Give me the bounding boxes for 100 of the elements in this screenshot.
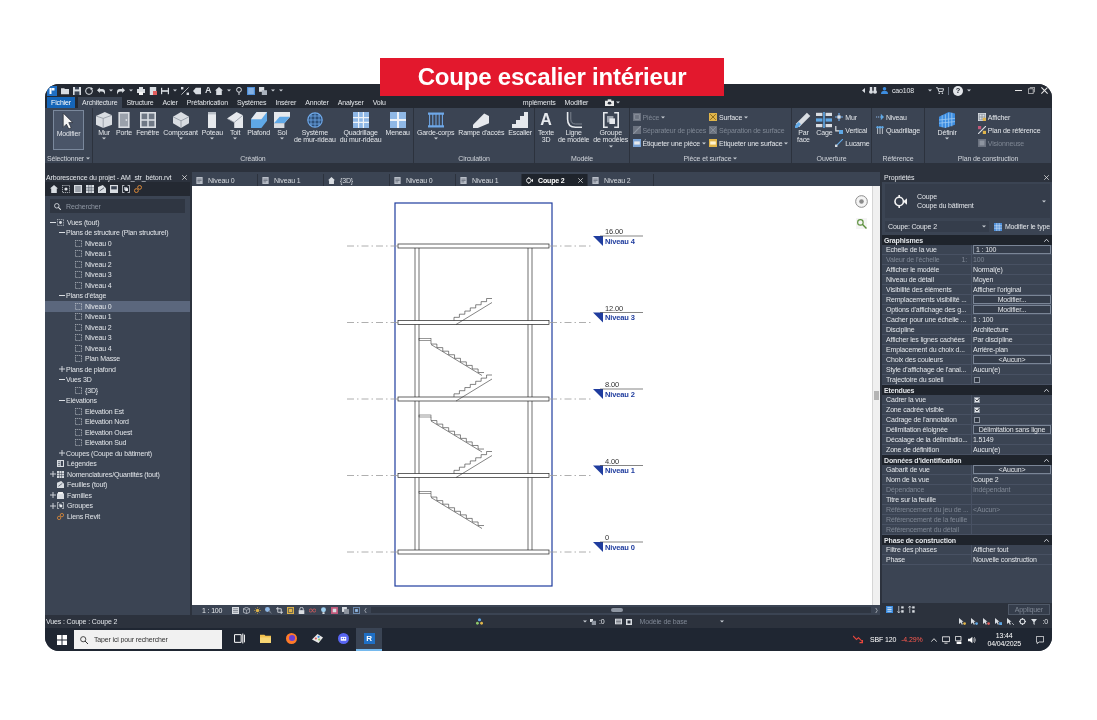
filter-icon[interactable] <box>1031 618 1038 625</box>
scrollbar[interactable] <box>371 607 871 613</box>
scroll-right-icon[interactable] <box>875 607 878 613</box>
scroll-left-icon[interactable] <box>364 607 368 613</box>
camera-icon[interactable] <box>605 99 615 106</box>
level-head-icon[interactable] <box>593 388 644 399</box>
computer-icon[interactable] <box>955 635 964 644</box>
caret-icon[interactable] <box>616 101 621 104</box>
caret-icon[interactable] <box>928 89 932 92</box>
stacked-squares-icon[interactable] <box>590 618 596 625</box>
sheet-icon[interactable] <box>98 185 106 193</box>
table-icon[interactable] <box>86 185 94 193</box>
stock-chart-icon[interactable] <box>852 635 863 644</box>
sort-descending-icon[interactable] <box>908 605 915 613</box>
zoom-icon[interactable] <box>856 218 867 229</box>
save-icon[interactable] <box>73 86 81 95</box>
display-icon[interactable] <box>942 635 951 644</box>
cube-icon[interactable] <box>243 606 251 614</box>
binoculars-icon[interactable] <box>868 87 877 94</box>
close-icon[interactable] <box>1041 87 1048 94</box>
pin-icon[interactable] <box>235 86 244 95</box>
square-frame-icon <box>632 113 641 121</box>
caret-icon[interactable] <box>227 89 232 92</box>
steering-wheel-icon[interactable] <box>855 195 868 208</box>
network-icon[interactable] <box>476 618 483 625</box>
select-pinned-icon[interactable] <box>983 618 991 625</box>
caret-icon[interactable] <box>109 89 113 92</box>
folder-icon[interactable] <box>61 86 69 95</box>
link-icon[interactable] <box>134 185 142 193</box>
caret-icon[interactable] <box>129 89 133 92</box>
square-icon[interactable] <box>625 618 632 625</box>
house-icon[interactable] <box>215 86 224 95</box>
app-logo-icon[interactable] <box>47 85 57 96</box>
thin-lines-icon[interactable] <box>247 86 256 95</box>
panel-icon[interactable] <box>110 185 118 193</box>
caret-icon[interactable] <box>967 89 971 92</box>
sort-ascending-icon[interactable] <box>897 605 904 613</box>
level-head-icon[interactable] <box>593 465 644 476</box>
crop-icon[interactable] <box>276 606 284 614</box>
sync-icon[interactable] <box>85 86 93 95</box>
checkbox[interactable] <box>974 396 980 403</box>
house-icon[interactable] <box>50 185 58 193</box>
speaker-icon[interactable] <box>968 635 977 644</box>
undo-icon[interactable] <box>97 86 105 95</box>
dimension-icon[interactable] <box>161 86 169 95</box>
chevron-up-icon[interactable] <box>931 637 938 642</box>
windows-stack-icon[interactable] <box>259 86 268 95</box>
checkbox[interactable] <box>974 406 980 413</box>
crop-region-icon[interactable] <box>287 606 295 614</box>
level-head-icon[interactable] <box>593 312 644 323</box>
expand-icon[interactable] <box>49 471 56 478</box>
printer-icon[interactable] <box>137 86 145 95</box>
scrollbar-thumb[interactable] <box>874 391 879 400</box>
caret-icon[interactable] <box>583 620 587 623</box>
tag-icon[interactable] <box>193 86 201 95</box>
scrollbar[interactable] <box>872 186 880 605</box>
caret-icon[interactable] <box>173 89 177 92</box>
expand-icon[interactable] <box>58 450 65 457</box>
select-face-icon[interactable] <box>995 618 1003 625</box>
windows-logo-icon[interactable] <box>57 634 67 645</box>
lock-icon[interactable] <box>298 606 306 614</box>
dashed-frame-icon[interactable] <box>62 185 70 193</box>
level-head-icon[interactable] <box>593 541 644 552</box>
text-tool-button[interactable]: A <box>205 86 212 95</box>
select-underlay-icon[interactable] <box>971 618 979 625</box>
restore-icon[interactable] <box>1028 87 1035 94</box>
settings-icon[interactable] <box>1019 618 1027 625</box>
framed-square-icon[interactable] <box>331 606 339 614</box>
expand-icon[interactable] <box>58 366 65 373</box>
checkbox[interactable] <box>974 376 980 383</box>
frame-icon[interactable] <box>353 606 361 614</box>
caret-left-icon[interactable] <box>861 88 865 93</box>
expand-icon[interactable] <box>49 502 56 509</box>
shadow-icon[interactable] <box>265 606 273 614</box>
caret-icon[interactable] <box>719 620 724 623</box>
document-icon[interactable] <box>149 86 157 95</box>
close-icon[interactable] <box>182 174 187 180</box>
cart-icon[interactable] <box>936 87 944 94</box>
diagonal-line-icon <box>977 126 986 134</box>
group-icon[interactable] <box>122 185 130 193</box>
list-icon[interactable] <box>614 618 622 625</box>
redo-icon[interactable] <box>117 86 125 95</box>
layers-icon[interactable] <box>342 606 350 614</box>
plan-view-icon <box>262 176 269 184</box>
close-icon[interactable] <box>1044 174 1049 180</box>
taskbar-app-button[interactable]: R <box>356 628 382 651</box>
level-head-icon[interactable] <box>593 235 644 246</box>
expand-icon[interactable] <box>49 492 56 499</box>
list-icon[interactable] <box>232 606 240 614</box>
minimize-icon[interactable] <box>1015 89 1022 92</box>
close-tab-button[interactable] <box>578 177 583 183</box>
scrollbar-thumb[interactable] <box>611 608 624 612</box>
align-icon[interactable] <box>181 86 189 95</box>
checkbox[interactable] <box>974 416 980 423</box>
notification-icon[interactable] <box>1036 635 1044 644</box>
light-bulb-icon[interactable] <box>320 606 328 614</box>
sun-icon[interactable] <box>254 606 262 614</box>
select-links-icon[interactable] <box>959 618 967 625</box>
crop-region-frame[interactable] <box>394 202 553 587</box>
drag-icon[interactable] <box>1007 618 1015 625</box>
